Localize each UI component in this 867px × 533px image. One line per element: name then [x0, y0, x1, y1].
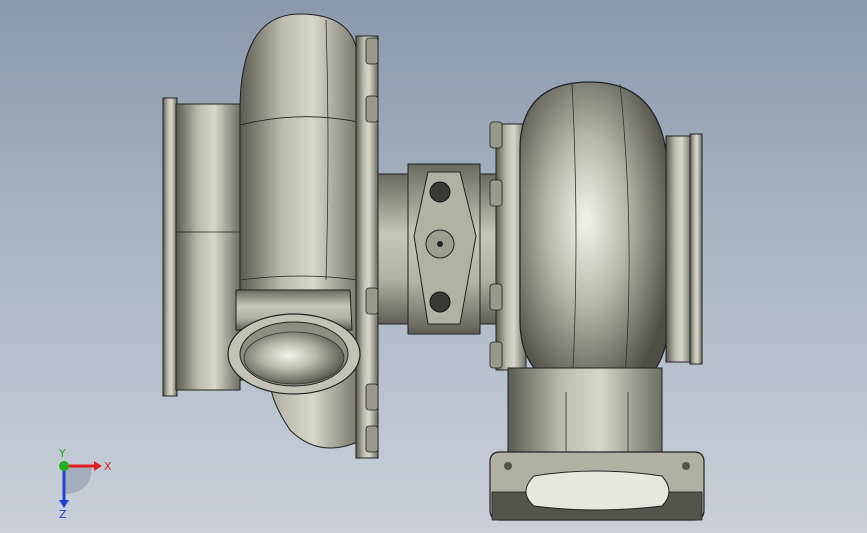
turbine-housing [519, 81, 669, 393]
triad-shadow [64, 466, 92, 494]
z-axis-label: Z [59, 508, 67, 520]
bearing-housing [377, 163, 499, 335]
turbine-outlet-flange [665, 133, 703, 365]
compressor-outlet [227, 289, 361, 395]
x-axis-arrow [94, 461, 102, 471]
turbine-inlet [489, 367, 705, 521]
y-axis-dot [59, 461, 69, 471]
turbocharger-model[interactable] [0, 0, 867, 533]
orientation-triad: X Y Z [58, 448, 112, 520]
z-axis-arrow [59, 500, 69, 508]
y-axis-label: Y [58, 448, 66, 460]
cad-viewport[interactable]: X Y Z [0, 0, 867, 533]
x-axis-label: X [104, 460, 112, 473]
